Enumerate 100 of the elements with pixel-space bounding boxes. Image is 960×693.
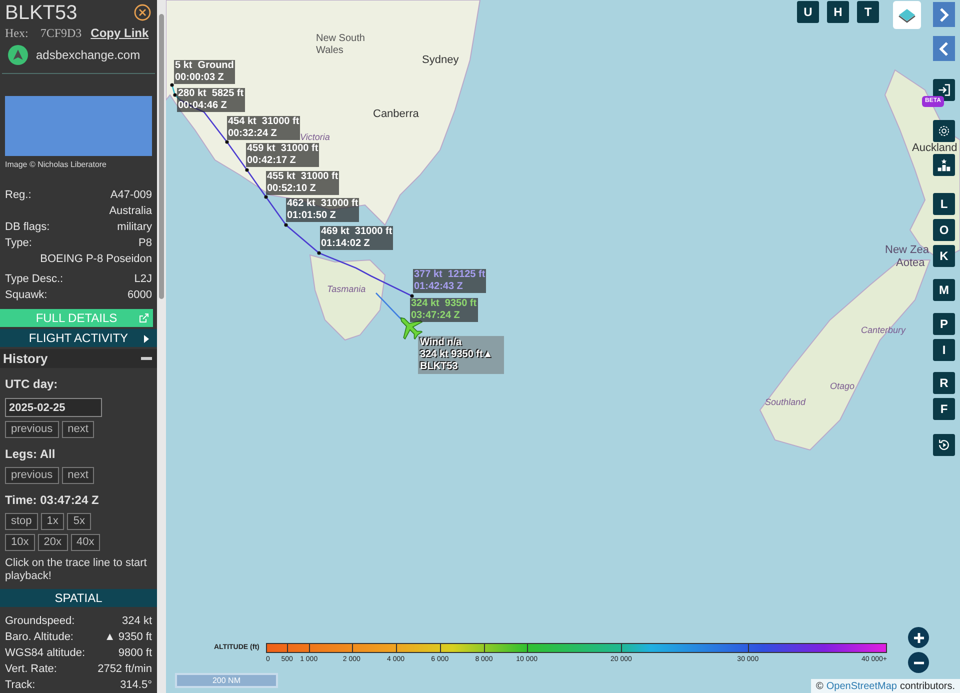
attribution-text: contributors. [900,680,955,693]
settings-icon [937,124,951,138]
aircraft-info-box: Wind n/a 324 kt 9350 ft▲ BLKT53 [418,336,504,374]
day-nav-button[interactable]: previous [5,421,59,438]
playback-time: Time: 03:47:24 Z [5,492,100,509]
map-control-button[interactable]: R [933,372,955,394]
track-point-label: 454 kt 31000 ft 00:32:24 Z [227,116,300,140]
track-point-label: 5 kt Ground 00:00:03 Z [174,60,235,84]
detail-label: Type Desc.: [5,272,64,287]
map-control-button[interactable]: L [933,193,955,215]
logo-icon [8,45,28,65]
track-point-label: 462 kt 31000 ft 01:01:50 Z [286,198,360,222]
spatial-value: 324 kt [122,614,152,629]
spatial-label: Baro. Altitude: [5,630,74,645]
region-label: New South Wales [316,33,366,57]
speed-button[interactable]: 10x [5,534,35,551]
map-control-button[interactable]: K [933,245,955,267]
city-label: Auckland [912,141,958,156]
map-control-button[interactable]: O [933,219,955,241]
state-label: Canterbury [861,324,906,337]
state-label: Otago [830,380,855,393]
photo-credit: Image © Nicholas Liberatore [4,159,108,171]
scrollbar-thumb[interactable] [159,14,164,299]
date-field[interactable]: 2025-02-25 [5,398,102,417]
speed-button[interactable]: 5x [67,513,92,530]
toolbar-button[interactable]: U [797,1,819,23]
country-label: New Zea [885,243,930,258]
hex-label: Hex: [5,26,28,40]
zoom-out-button[interactable] [908,652,929,673]
spatial-value: 314.5° [120,678,152,693]
detail-label: Reg.: [5,188,32,203]
chevron-right-icon [937,6,951,22]
podium-icon [937,158,951,172]
detail-value: A47-009 [110,188,152,203]
track-point-label: 459 kt 31000 ft 00:42:17 Z [246,143,320,167]
speed-button[interactable]: 40x [70,534,100,551]
spatial-label: Vert. Rate: [5,662,57,677]
spatial-value: 9800 ft [118,646,152,661]
day-nav-button[interactable]: next [62,421,94,438]
spatial-value: ▲ 9350 ft [104,630,152,645]
map-control-button[interactable]: M [933,279,955,301]
scrollbar[interactable] [157,0,166,693]
aircraft-callsign: BLKT53 [5,1,78,25]
detail-value: P8 [138,236,152,251]
spatial-label: Track: [5,678,36,693]
country-label: Aotea [896,256,925,271]
detail-label: DB flags: [5,220,50,235]
close-button[interactable] [134,4,151,21]
replay-button[interactable] [933,434,955,456]
history-title: History [3,350,48,368]
spatial-value: 2752 ft/min [98,662,152,677]
leg-nav-button[interactable]: previous [5,467,59,484]
replay-icon [937,438,951,452]
map-control-button[interactable]: F [933,398,955,420]
map-control-button[interactable]: I [933,339,955,361]
hex-code: 7CF9D3 [40,26,82,40]
state-label: Southland [765,396,806,409]
source-name: adsbexchange.com [36,47,140,64]
copyright-symbol: © [816,680,824,693]
collapse-panel-button[interactable] [933,36,955,61]
podium-button[interactable] [933,154,955,176]
zoom-in-button[interactable] [908,627,929,648]
toolbar-button[interactable]: H [827,1,849,23]
triangle-icon [144,335,149,343]
track-point-label: 455 kt 31000 ft 00:52:10 Z [266,171,340,195]
detail-value: Australia [109,204,152,219]
expand-panel-button[interactable] [933,2,955,27]
copy-link[interactable]: Copy Link [90,26,149,40]
track-point-label: 280 kt 5825 ft 00:04:46 Z [177,88,245,112]
track-point-label: 377 kt 12125 ft 01:42:43 Z [413,269,486,293]
detail-value: L2J [134,272,152,287]
track-point-label: 324 kt 9350 ft 03:47:24 Z [410,298,478,322]
settings-button[interactable] [933,120,955,142]
toolbar-button[interactable]: T [857,1,879,23]
leg-nav-button[interactable]: next [62,467,94,484]
external-link-icon [139,313,149,323]
speed-button[interactable]: stop [5,513,38,530]
chevron-left-icon [937,40,951,56]
flight-activity-button[interactable]: FLIGHT ACTIVITY [0,329,157,347]
openstreetmap-link[interactable]: OpenStreetMap [826,678,897,693]
detail-value: BOEING P-8 Poseidon [40,252,152,267]
speed-button[interactable]: 1x [40,513,64,530]
state-label: Victoria [300,131,330,144]
city-label: Canberra [373,107,419,122]
scale-bar: 200 NM [175,673,278,688]
utc-day-label: UTC day: [5,376,59,393]
speed-button[interactable]: 20x [38,534,68,551]
plus-icon [912,632,924,644]
detail-value: 6000 [128,288,152,303]
detail-label: Squawk: [5,288,48,303]
legs-label: Legs: All [5,446,56,463]
detail-label: Type: [5,236,32,251]
state-label: Tasmania [327,283,366,296]
detail-value: military [117,220,152,235]
map-control-button[interactable]: P [933,313,955,335]
layers-button[interactable] [893,1,921,29]
spatial-label: Groundspeed: [5,614,75,629]
city-label: Sydney [422,53,459,68]
playback-hint: Click on the trace line to start playback! [5,557,148,583]
spatial-header: SPATIAL [0,589,157,607]
